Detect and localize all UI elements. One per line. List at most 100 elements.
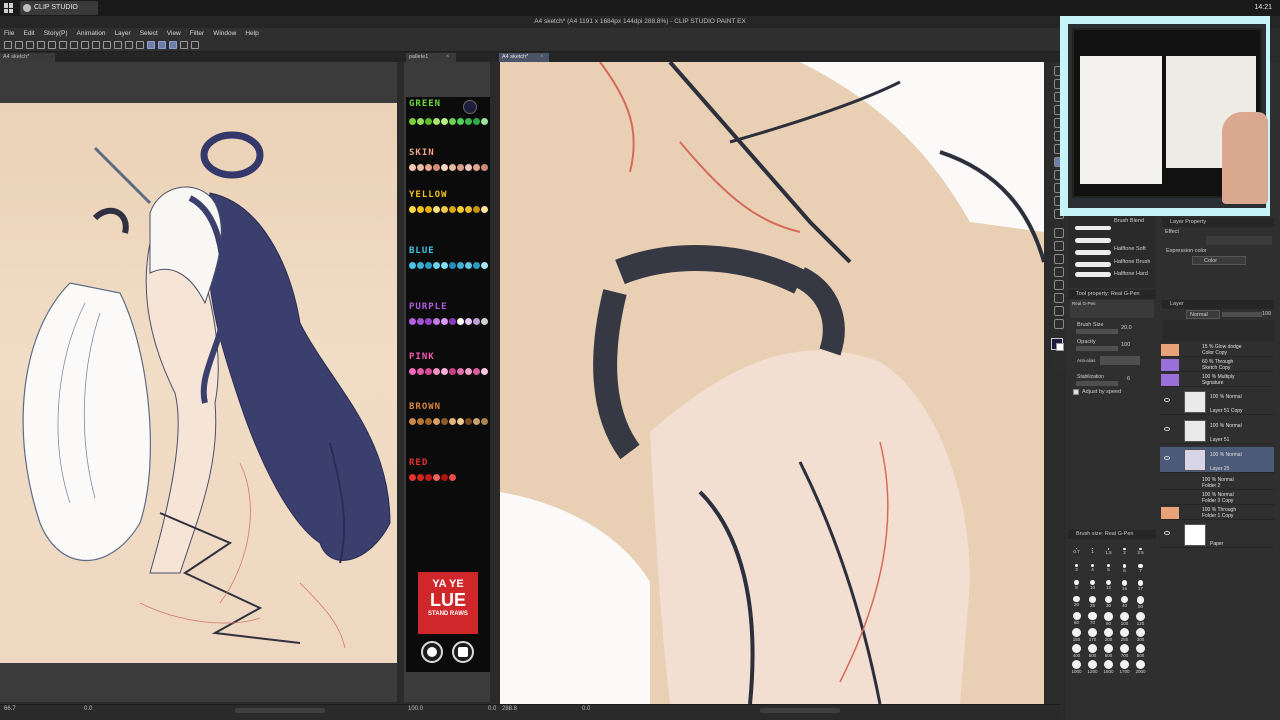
correct-line-tool-icon[interactable] [1054, 319, 1064, 329]
main-canvas[interactable] [500, 62, 1044, 704]
fill-tool-icon[interactable] [1054, 254, 1064, 264]
palette-swatch[interactable] [441, 262, 448, 269]
palette-swatch[interactable] [433, 318, 440, 325]
eraser-tool-icon[interactable] [1054, 228, 1064, 238]
palette-zoom-value[interactable]: 100.0 [408, 706, 423, 712]
palette-swatch[interactable] [425, 318, 432, 325]
brush-size-preset[interactable]: 600 [1102, 644, 1115, 658]
palette-swatch[interactable] [409, 418, 416, 425]
settings-icon[interactable] [70, 41, 78, 49]
brush-size-preset[interactable]: 1700 [1118, 660, 1131, 674]
menu-edit[interactable]: Edit [23, 30, 34, 37]
opacity-slider[interactable] [1076, 346, 1118, 351]
palette-swatch[interactable] [433, 164, 440, 171]
palette-swatch[interactable] [417, 418, 424, 425]
subtool-item[interactable]: Halftone Brush [1114, 259, 1150, 265]
left-horizontal-scrollbar[interactable] [235, 708, 325, 713]
subtool-item[interactable]: Brush Blend [1114, 218, 1144, 224]
palette-swatch[interactable] [425, 474, 432, 481]
palette-swatch[interactable] [465, 368, 472, 375]
palette-swatch[interactable] [481, 368, 488, 375]
palette-swatch[interactable] [409, 262, 416, 269]
brush-size-preset[interactable]: 5 [1102, 564, 1115, 577]
brush-size-preset[interactable]: 40 [1118, 596, 1131, 609]
palette-swatch[interactable] [465, 262, 472, 269]
layer-row[interactable]: 100 % Multiply Signature [1160, 373, 1274, 387]
palette-swatch[interactable] [433, 118, 440, 125]
brush-size-preset[interactable]: 1 [1086, 548, 1099, 561]
palette-swatch[interactable] [473, 206, 480, 213]
palette-swatch[interactable] [441, 418, 448, 425]
palette-swatch[interactable] [481, 262, 488, 269]
taskbar-app-tab[interactable]: CLIP STUDIO PAINT [20, 1, 98, 25]
brush-size-preset[interactable]: 17 [1134, 580, 1147, 593]
menu-file[interactable]: File [4, 30, 14, 37]
palette-swatch[interactable] [481, 418, 488, 425]
brush-size-preset[interactable]: 1200 [1086, 660, 1099, 674]
palette-swatch[interactable] [417, 368, 424, 375]
palette-swatch[interactable] [481, 118, 488, 125]
main-rotation-value[interactable]: 0.0 [582, 706, 590, 712]
palette-swatch[interactable] [425, 418, 432, 425]
layer-opacity-slider[interactable] [1222, 312, 1262, 317]
palette-swatch[interactable] [433, 474, 440, 481]
brush-size-preset[interactable]: 10 [1086, 580, 1099, 593]
palette-swatch[interactable] [425, 206, 432, 213]
palette-swatch[interactable] [441, 318, 448, 325]
brush-size-preset[interactable]: 15 [1118, 580, 1131, 593]
brush-size-preset[interactable]: 150 [1070, 628, 1083, 642]
stabilization-slider[interactable] [1076, 381, 1118, 386]
left-canvas-scrollbar[interactable] [397, 62, 402, 702]
visibility-eye-icon[interactable] [1164, 427, 1170, 431]
palette-swatch[interactable] [409, 474, 416, 481]
clear-icon[interactable] [59, 41, 67, 49]
palette-swatch[interactable] [441, 118, 448, 125]
brush-size-slider[interactable] [1076, 329, 1118, 334]
layer-row[interactable]: 15 % Glow dodge Color Copy [1160, 343, 1274, 357]
palette-swatch[interactable] [465, 206, 472, 213]
palette-swatch[interactable] [433, 262, 440, 269]
antialias-selector[interactable] [1100, 356, 1140, 365]
save-icon[interactable] [26, 41, 34, 49]
left-canvas-artwork[interactable] [0, 103, 397, 663]
blend-tool-icon[interactable] [1054, 241, 1064, 251]
main-zoom-value[interactable]: 288.8 [502, 706, 517, 712]
menu-animation[interactable]: Animation [77, 30, 106, 37]
brush-size-preset[interactable]: 800 [1134, 644, 1147, 658]
opacity-value[interactable]: 100 [1121, 342, 1130, 348]
palette-swatch[interactable] [425, 262, 432, 269]
palette-swatch[interactable] [473, 262, 480, 269]
tab-main-canvas[interactable]: A4 sketch* × [499, 53, 549, 62]
layer-row[interactable]: 100 % Normal Folder 3 Copy [1160, 491, 1274, 505]
rotate-icon[interactable] [191, 41, 199, 49]
crop-icon[interactable] [92, 41, 100, 49]
palette-swatch[interactable] [473, 118, 480, 125]
main-horizontal-scrollbar[interactable] [760, 708, 840, 713]
palette-rotation-value[interactable]: 0.0 [488, 706, 496, 712]
palette-swatch[interactable] [481, 318, 488, 325]
brush-size-preset[interactable]: 120 [1134, 612, 1147, 626]
palette-swatch[interactable] [449, 206, 456, 213]
new-file-icon[interactable] [4, 41, 12, 49]
layer-row-selected[interactable]: 100 % Normal Layer 25 [1160, 447, 1274, 473]
palette-scrollbar[interactable] [490, 62, 496, 702]
menu-filter[interactable]: Filter [190, 30, 204, 37]
palette-swatch[interactable] [441, 474, 448, 481]
expression-color-select[interactable] [1192, 256, 1246, 265]
layer-row[interactable]: 100 % Normal Layer 51 [1160, 418, 1274, 444]
current-color-swatch[interactable] [463, 100, 477, 114]
palette-swatch[interactable] [465, 118, 472, 125]
brush-size-preset[interactable]: 6 [1118, 564, 1131, 577]
palette-swatch[interactable] [417, 118, 424, 125]
palette-swatch[interactable] [457, 368, 464, 375]
text-tool-icon[interactable] [1054, 280, 1064, 290]
palette-swatch[interactable] [417, 318, 424, 325]
palette-swatch[interactable] [433, 368, 440, 375]
palette-swatch[interactable] [433, 418, 440, 425]
palette-swatch[interactable] [457, 262, 464, 269]
windows-start-icon[interactable] [4, 3, 14, 13]
palette-swatch[interactable] [449, 418, 456, 425]
palette-swatch[interactable] [465, 318, 472, 325]
palette-swatch[interactable] [457, 418, 464, 425]
brush-size-preset[interactable]: 170 [1086, 628, 1099, 642]
